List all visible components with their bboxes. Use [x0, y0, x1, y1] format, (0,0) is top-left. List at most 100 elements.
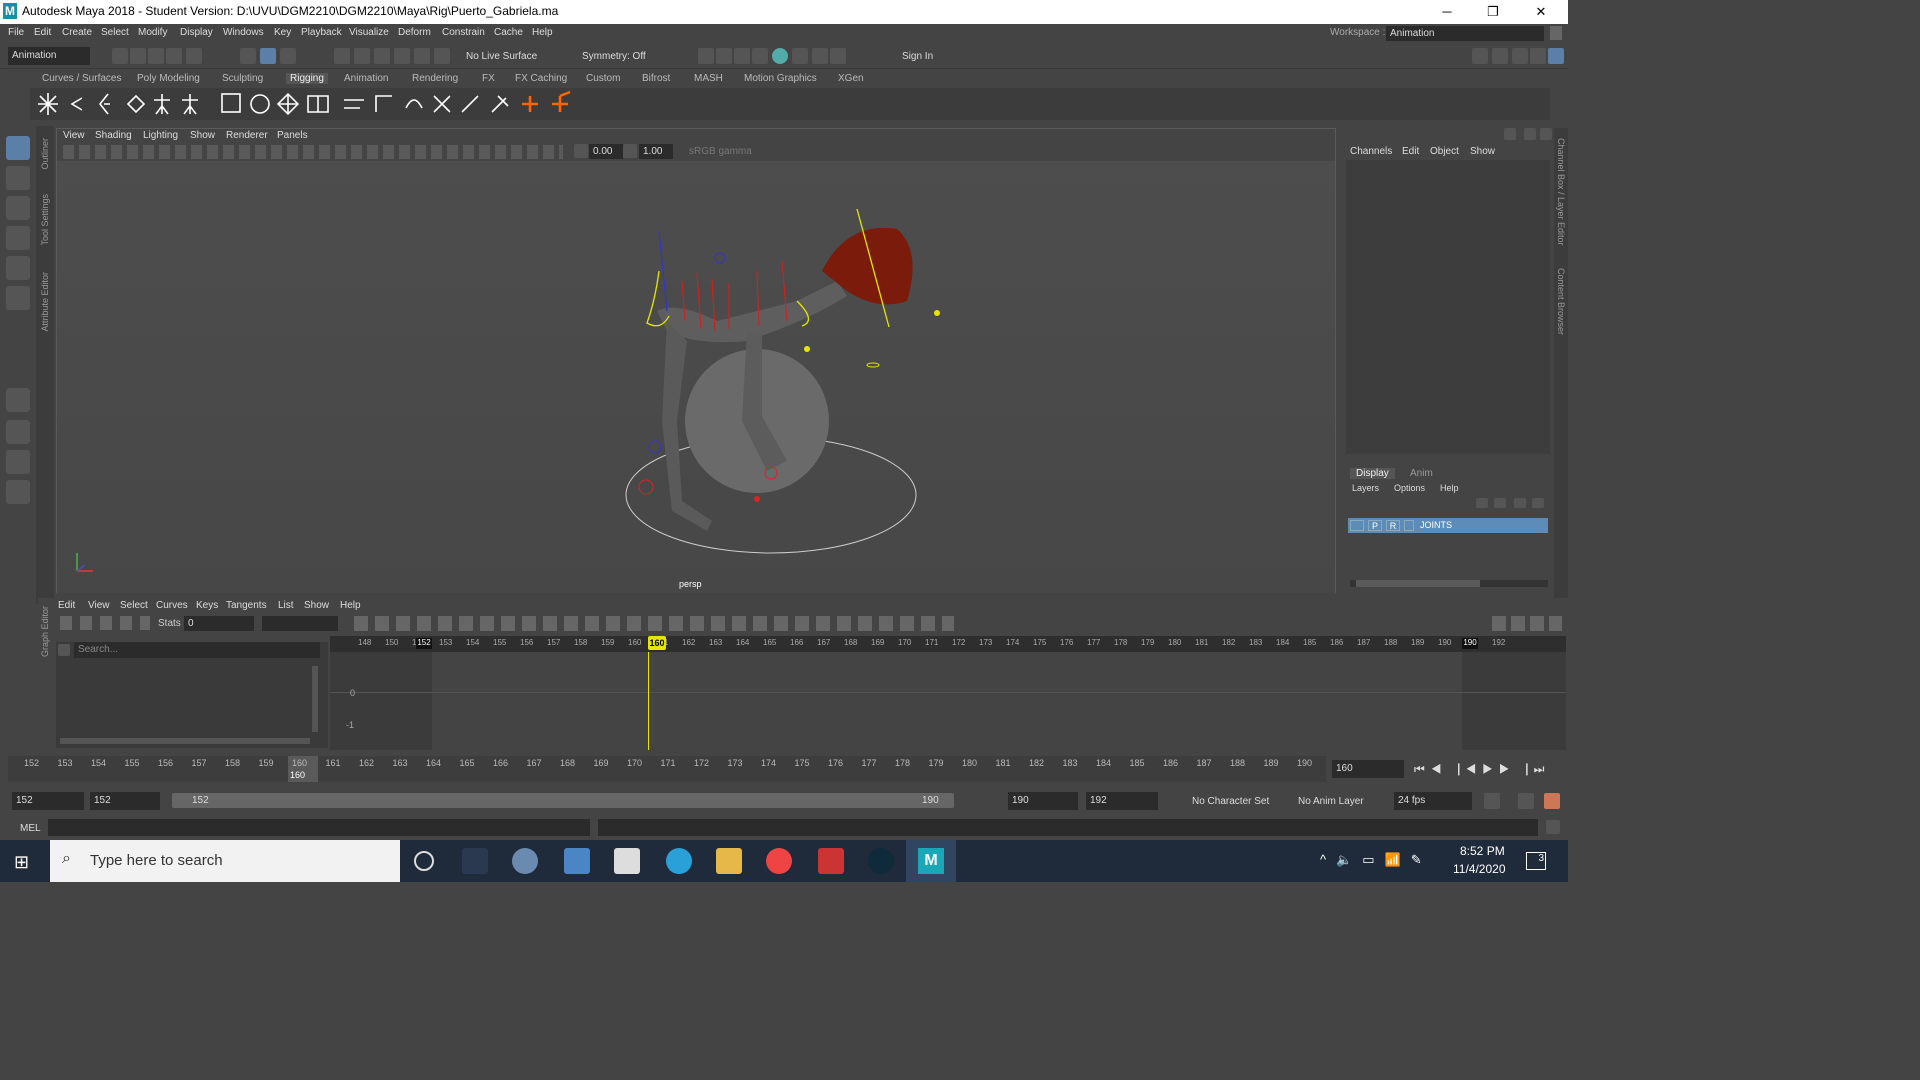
loop-icon[interactable] [1484, 793, 1500, 809]
lock-icon[interactable] [1550, 26, 1562, 40]
anim-layer-dropdown[interactable]: No Anim Layer [1298, 796, 1364, 807]
graph-editor-tab[interactable]: Graph Editor [40, 606, 50, 657]
channel-box-float-icon[interactable] [1540, 128, 1552, 140]
chrome-icon[interactable] [766, 848, 792, 874]
move-layer-down-icon[interactable] [1494, 498, 1506, 508]
channel-tab-object[interactable]: Object [1430, 146, 1459, 157]
viewport-menu-lighting[interactable]: Lighting [143, 130, 178, 141]
exposure-field[interactable]: 0.00 [589, 144, 623, 159]
stats-field-2[interactable] [262, 616, 338, 631]
channel-box-toggle-icon[interactable] [1548, 48, 1564, 64]
character-set-dropdown[interactable]: No Character Set [1192, 796, 1269, 807]
layer-visibility-toggle[interactable] [1350, 520, 1364, 531]
snap-surface-icon[interactable] [414, 48, 430, 64]
shelf-tab-poly-modeling[interactable]: Poly Modeling [137, 73, 200, 84]
graph-current-frame[interactable]: 160 [648, 636, 666, 650]
start-time-field[interactable]: 152 [12, 792, 84, 810]
channel-box-layer-editor-tab[interactable]: Channel Box / Layer Editor [1556, 138, 1566, 246]
viewport-menu-shading[interactable]: Shading [95, 130, 132, 141]
menuset-dropdown[interactable]: Animation [8, 47, 90, 65]
menu-cache[interactable]: Cache [494, 27, 523, 38]
channel-tab-edit[interactable]: Edit [1402, 146, 1419, 157]
hypershade-icon[interactable] [772, 48, 788, 64]
menu-playback[interactable]: Playback [301, 27, 342, 38]
graph-menu-help[interactable]: Help [340, 600, 361, 611]
mel-label[interactable]: MEL [20, 823, 41, 834]
graph-tangent-tools[interactable] [354, 616, 954, 631]
shelf-tab-fx-caching[interactable]: FX Caching [515, 73, 567, 84]
edge-icon[interactable] [666, 848, 692, 874]
workspace-dropdown[interactable]: Animation [1386, 26, 1544, 41]
calculator-icon[interactable] [564, 848, 590, 874]
sign-in-button[interactable]: Sign In [884, 48, 980, 65]
minimize-button[interactable]: ─ [1424, 0, 1470, 24]
channel-box-help-icon[interactable] [1524, 128, 1536, 140]
new-scene-icon[interactable] [112, 48, 128, 64]
graph-menu-tangents[interactable]: Tangents [226, 600, 267, 611]
app-icon-3[interactable] [868, 848, 894, 874]
menu-display[interactable]: Display [180, 27, 213, 38]
shelf-tab-rendering[interactable]: Rendering [412, 73, 458, 84]
windows-start-icon[interactable]: ⊞ [14, 852, 34, 872]
undo-icon[interactable] [166, 48, 182, 64]
color-space-dropdown[interactable]: sRGB gamma [685, 144, 799, 159]
layer-menu-options[interactable]: Options [1394, 483, 1425, 493]
graph-range-end[interactable]: 190 [1462, 638, 1478, 649]
menu-visualize[interactable]: Visualize [349, 27, 389, 38]
graph-menu-show[interactable]: Show [304, 600, 329, 611]
move-layer-up-icon[interactable] [1476, 498, 1488, 508]
open-scene-icon[interactable] [130, 48, 146, 64]
ipr-render-icon[interactable] [734, 48, 750, 64]
app-icon-2[interactable] [818, 848, 844, 874]
graph-menu-select[interactable]: Select [120, 600, 148, 611]
shelf-tab-curves[interactable]: Curves / Surfaces [42, 73, 121, 84]
select-object-icon[interactable] [260, 48, 276, 64]
layer-scrollbar[interactable] [1350, 580, 1548, 587]
cortana-icon[interactable] [414, 851, 434, 871]
render-view-icon[interactable] [698, 48, 714, 64]
graph-menu-view[interactable]: View [88, 600, 110, 611]
store-icon[interactable] [614, 848, 640, 874]
render-current-icon[interactable] [716, 48, 732, 64]
gamma-icon[interactable] [623, 144, 637, 158]
channel-tab-show[interactable]: Show [1470, 146, 1495, 157]
anim-end-field[interactable]: 190 [1008, 792, 1078, 810]
mel-input[interactable] [48, 819, 590, 836]
perspective-viewport[interactable]: View Shading Lighting Show Renderer Pane… [56, 128, 1336, 593]
attribute-editor-tab[interactable]: Attribute Editor [40, 272, 50, 332]
menu-key[interactable]: Key [274, 27, 291, 38]
layer-menu-help[interactable]: Help [1440, 483, 1459, 493]
range-slider[interactable]: 152 190 [172, 793, 954, 808]
graph-curve-area[interactable]: 0 -1 [330, 636, 1566, 750]
outliner-tab[interactable]: Outliner [40, 138, 50, 170]
time-slider[interactable]: 160 152 153 154 155 156 157 158 159 160 161 162 163… [8, 756, 1326, 782]
shelf-tab-rigging[interactable]: Rigging [286, 73, 328, 84]
shelf-tab-custom[interactable]: Custom [586, 73, 620, 84]
new-empty-layer-icon[interactable] [1514, 498, 1526, 508]
modeling-toolkit-icon[interactable] [1472, 48, 1488, 64]
stats-field[interactable]: 0 [184, 616, 254, 631]
layer-reference-toggle[interactable]: R [1386, 520, 1400, 531]
menu-deform[interactable]: Deform [398, 27, 431, 38]
tool-settings-tab[interactable]: Tool Settings [40, 194, 50, 246]
clock-date[interactable]: 11/4/2020 [1453, 862, 1506, 876]
rotate-tool-icon[interactable] [6, 256, 30, 280]
channel-box-content[interactable] [1346, 160, 1550, 454]
layer-row-joints[interactable]: P R JOINTS [1348, 518, 1548, 533]
graph-outliner-scrollbar[interactable] [60, 738, 310, 744]
menu-modify[interactable]: Modify [138, 27, 167, 38]
lasso-tool-icon[interactable] [6, 166, 30, 190]
graph-menu-curves[interactable]: Curves [156, 600, 188, 611]
snap-view-icon[interactable] [394, 48, 410, 64]
app-icon-1[interactable] [512, 848, 538, 874]
viewport-menu-renderer[interactable]: Renderer [226, 130, 268, 141]
paint-select-tool-icon[interactable] [6, 196, 30, 220]
scale-tool-icon[interactable] [6, 286, 30, 310]
menu-file[interactable]: File [8, 27, 24, 38]
menu-windows[interactable]: Windows [223, 27, 264, 38]
notification-center-icon[interactable]: 3 [1526, 852, 1546, 870]
graph-menu-keys[interactable]: Keys [196, 600, 218, 611]
graph-range-start[interactable]: 152 [416, 638, 432, 649]
system-tray-icons[interactable]: ^🔈▭📶✎ [1320, 852, 1432, 868]
taskbar-search[interactable]: ⌕ Type here to search [50, 840, 400, 882]
